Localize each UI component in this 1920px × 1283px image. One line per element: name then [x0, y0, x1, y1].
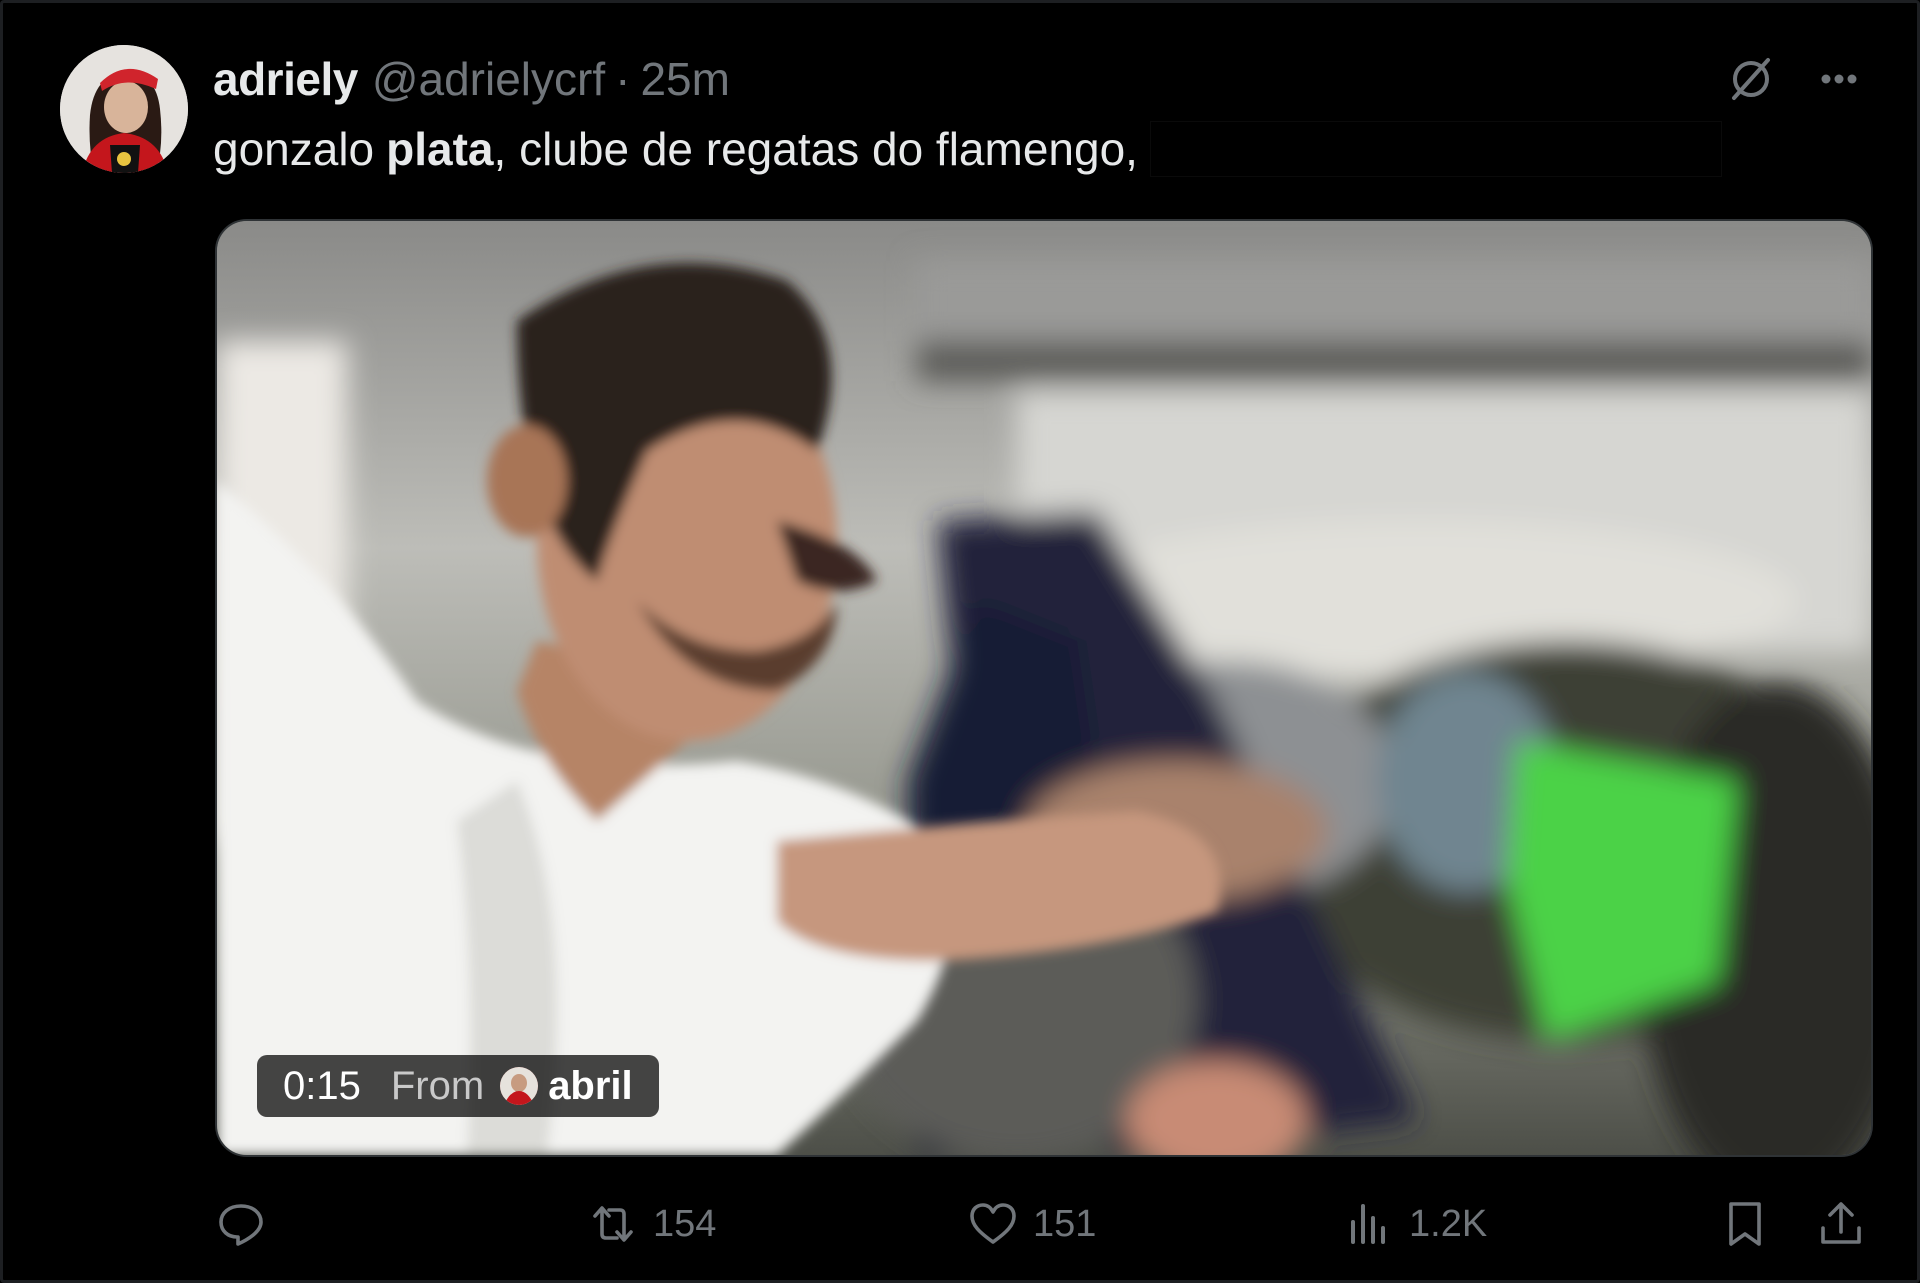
video-source-name[interactable]: abril — [548, 1064, 632, 1109]
redacted-text-block — [1149, 121, 1722, 177]
retweet-count: 154 — [653, 1202, 717, 1245]
reply-icon — [219, 1204, 263, 1246]
more-icon[interactable] — [1809, 49, 1869, 109]
like-count: 151 — [1033, 1202, 1097, 1245]
post-text-bold: plata — [386, 123, 494, 175]
share-button[interactable] — [1813, 1189, 1869, 1259]
separator-dot: · — [615, 53, 631, 105]
post-card[interactable]: adriely @adrielycrf · 25m gonzalo plata … — [0, 0, 1920, 1283]
post-text-part2: , clube de regatas do flamengo, — [493, 123, 1138, 175]
retweet-button[interactable]: 154 — [585, 1189, 716, 1259]
user-handle[interactable]: @adrielycrf — [372, 52, 605, 106]
grok-icon[interactable] — [1721, 49, 1781, 109]
video-player[interactable]: 0:15 From abril — [215, 219, 1873, 1157]
display-name[interactable]: adriely — [213, 52, 358, 106]
views-button[interactable]: 1.2K — [1341, 1189, 1487, 1259]
source-avatar[interactable] — [500, 1067, 539, 1105]
avatar-image — [60, 45, 188, 173]
views-icon — [1351, 1204, 1385, 1244]
like-icon — [970, 1203, 1016, 1244]
bookmark-icon — [1729, 1202, 1761, 1246]
video-frame — [217, 221, 1871, 1155]
retweet-icon — [593, 1206, 633, 1242]
post-header: adriely @adrielycrf · 25m — [213, 49, 730, 109]
video-info-badge: 0:15 From abril — [257, 1055, 659, 1117]
video-from-label: From — [390, 1063, 485, 1108]
post-time[interactable]: 25m — [640, 52, 729, 106]
views-count: 1.2K — [1409, 1202, 1488, 1245]
post-text-part1: gonzalo — [213, 123, 375, 175]
reply-button[interactable] — [213, 1189, 281, 1259]
like-button[interactable]: 151 — [965, 1189, 1096, 1259]
post-text: gonzalo plata , clube de regatas do flam… — [213, 119, 1722, 179]
video-duration: 0:15 — [283, 1063, 361, 1108]
action-bar: 154 151 1.2K — [213, 1189, 1873, 1259]
share-icon — [1821, 1202, 1861, 1244]
avatar[interactable] — [60, 45, 188, 173]
bookmark-button[interactable] — [1717, 1189, 1773, 1259]
